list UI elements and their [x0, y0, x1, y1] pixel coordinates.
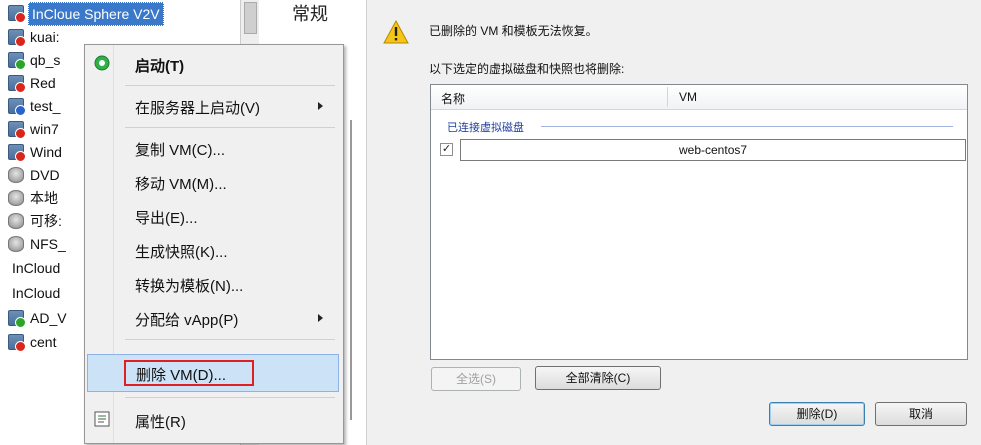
vm-red-icon — [8, 29, 26, 47]
panel-divider — [350, 120, 352, 420]
menu-item-label: 分配给 vApp(P) — [135, 312, 239, 329]
menu-separator — [125, 127, 335, 128]
disk-icon — [8, 213, 24, 229]
tree-item-label: DVD — [30, 167, 60, 183]
disk-icon — [8, 167, 24, 183]
menu-item-label: 启动(T) — [135, 58, 185, 75]
context-menu: 启动(T) 在服务器上启动(V) 复制 VM(C)... 移动 VM(M)...… — [84, 44, 344, 444]
menu-item-move-vm[interactable]: 移动 VM(M)... — [87, 165, 339, 199]
vm-red-icon — [8, 75, 26, 93]
vm-green-icon — [8, 52, 26, 70]
tree-item-label: InCloud — [12, 285, 61, 301]
vm-blue-icon — [8, 98, 26, 116]
disk-icon — [8, 190, 24, 206]
menu-item-label: 复制 VM(C)... — [135, 142, 225, 159]
menu-item-convert-template[interactable]: 转换为模板(N)... — [87, 267, 339, 301]
vm-red-icon — [8, 121, 26, 139]
warning-icon — [383, 19, 409, 44]
group-label: 已连接虚拟磁盘 — [447, 122, 524, 134]
disk-checkbox[interactable]: ✓ — [440, 143, 453, 156]
clear-all-button[interactable]: 全部清除(C) — [535, 366, 661, 390]
list-header: 名称 VM — [431, 85, 967, 110]
properties-icon — [94, 411, 110, 427]
select-all-button[interactable]: 全选(S) — [431, 367, 521, 391]
menu-item-assign-vapp[interactable]: 分配给 vApp(P) — [87, 301, 339, 335]
menu-item-label: 属性(R) — [135, 414, 186, 431]
group-divider — [541, 126, 953, 127]
column-header-vm[interactable]: VM — [679, 90, 697, 104]
column-separator — [667, 87, 668, 107]
menu-item-delete-vm[interactable]: 删除 VM(D)... — [87, 354, 339, 392]
menu-item-start[interactable]: 启动(T) — [87, 47, 339, 81]
list-item[interactable]: ✓ web-centos7 — [436, 139, 966, 161]
menu-item-label: 生成快照(K)... — [135, 244, 228, 261]
menu-separator — [125, 339, 335, 340]
menu-item-label: 导出(E)... — [135, 210, 198, 227]
cancel-button[interactable]: 取消 — [875, 402, 967, 426]
vm-name: web-centos7 — [679, 143, 748, 157]
submenu-arrow-icon — [318, 102, 323, 110]
vm-green-icon — [8, 310, 26, 328]
menu-item-snapshot[interactable]: 生成快照(K)... — [87, 233, 339, 267]
tree-item-label: AD_V — [30, 310, 67, 326]
tree-item-label: 可移: — [30, 213, 62, 229]
tree-item-label: qb_s — [30, 52, 61, 68]
tree-item-label: cent — [30, 334, 57, 350]
tree-item-label: kuai: — [30, 29, 60, 45]
tree-item-label: InCloud — [12, 260, 61, 276]
vm-red-icon — [8, 144, 26, 162]
tree-item-label: Red — [30, 75, 56, 91]
list-cell: web-centos7 — [460, 139, 966, 161]
menu-item-start-on-server[interactable]: 在服务器上启动(V) — [87, 89, 339, 123]
tab-general[interactable]: 常规 — [292, 0, 328, 26]
instruction-text: 以下选定的虚拟磁盘和快照也将删除: — [429, 62, 625, 76]
disk-icon — [8, 236, 24, 252]
left-panel: InCloue Sphere V2V kuai: qb_s Red test_ … — [0, 0, 366, 445]
vm-red-icon — [8, 334, 26, 352]
scrollbar-thumb[interactable] — [244, 2, 257, 34]
tree-item-label: test_ — [30, 98, 61, 114]
menu-item-label: 在服务器上启动(V) — [135, 100, 260, 117]
menu-item-copy-vm[interactable]: 复制 VM(C)... — [87, 131, 339, 165]
vm-red-icon — [8, 5, 26, 23]
submenu-arrow-icon — [318, 314, 323, 322]
delete-vm-dialog: 已删除的 VM 和模板无法恢复。 以下选定的虚拟磁盘和快照也将删除: 名称 VM… — [366, 0, 981, 445]
tree-item-label: 本地 — [30, 190, 58, 206]
tree-item-label: NFS_ — [30, 236, 66, 252]
menu-item-label: 转换为模板(N)... — [135, 278, 244, 295]
tree-item-label: win7 — [30, 121, 59, 137]
menu-separator — [125, 397, 335, 398]
menu-separator — [125, 85, 335, 86]
start-icon — [94, 55, 110, 71]
column-header-name[interactable]: 名称 — [441, 90, 465, 107]
menu-item-label: 删除 VM(D)... — [136, 367, 226, 384]
menu-item-export[interactable]: 导出(E)... — [87, 199, 339, 233]
disk-list[interactable]: 名称 VM 已连接虚拟磁盘 ✓ web-centos7 — [430, 84, 968, 360]
tree-item-label: Wind — [30, 144, 62, 160]
tree-item-label: InCloue Sphere V2V — [28, 2, 164, 26]
delete-button[interactable]: 删除(D) — [769, 402, 865, 426]
menu-item-label: 移动 VM(M)... — [135, 176, 227, 193]
menu-item-properties[interactable]: 属性(R) — [87, 403, 339, 437]
warning-message: 已删除的 VM 和模板无法恢复。 — [429, 24, 598, 38]
